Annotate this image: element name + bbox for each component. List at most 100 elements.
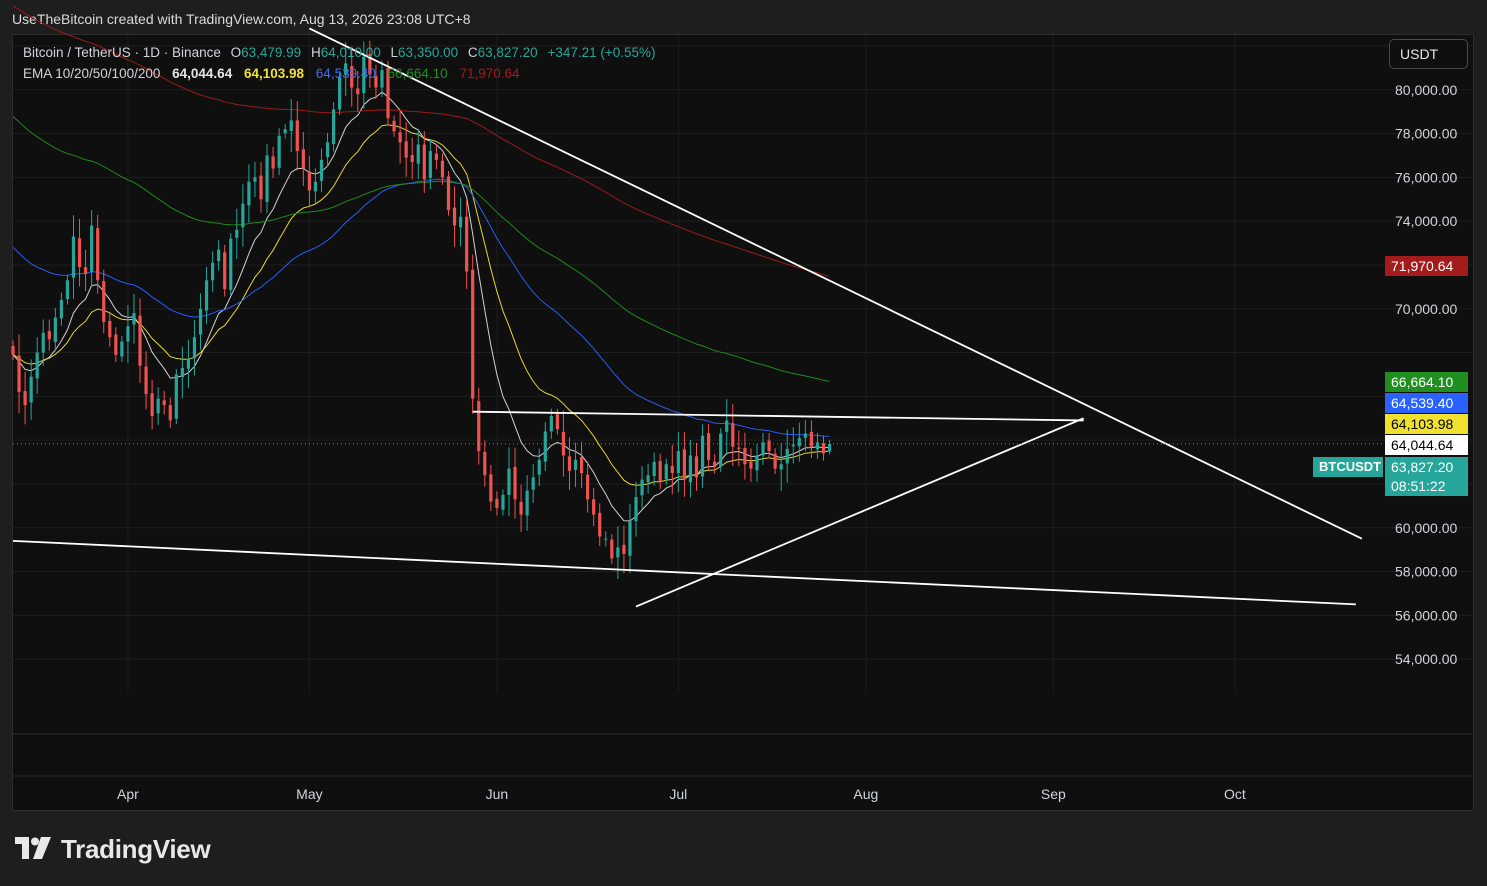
- change-value: +347.21 (+0.55%): [547, 45, 656, 60]
- candle-body: [77, 238, 82, 268]
- close-label: C: [467, 45, 478, 60]
- candle-body: [253, 177, 257, 182]
- open-value: 63,479.99: [241, 45, 302, 60]
- high-value: 64,010.00: [320, 45, 381, 60]
- candle-body: [168, 405, 172, 421]
- candle-body: [622, 544, 626, 555]
- candle-body: [313, 181, 318, 192]
- candle-body: [483, 451, 487, 476]
- candle-body: [737, 447, 741, 449]
- candle-body: [434, 153, 439, 160]
- ema50-value: 64,539.40: [315, 66, 376, 81]
- candle-body: [767, 440, 771, 452]
- grid-lines: [13, 35, 1473, 777]
- candle-body: [664, 464, 668, 480]
- tradingview-logo-text: TradingView: [61, 833, 211, 864]
- candle-body: [198, 308, 203, 335]
- tradingview-logo[interactable]: TradingView: [15, 833, 211, 864]
- candle-body: [446, 176, 451, 211]
- candle-body: [428, 151, 432, 178]
- candle-body: [186, 359, 191, 369]
- y-tick-label: 80,000.00: [1395, 82, 1457, 98]
- candle-body: [634, 497, 638, 522]
- candle-body: [598, 512, 602, 537]
- trendline: [12, 539, 1356, 606]
- trendline: [308, 27, 1363, 540]
- candle-body: [561, 431, 566, 456]
- candle-body: [392, 120, 396, 132]
- candle-body: [319, 159, 324, 181]
- candle-body: [235, 229, 239, 238]
- candle-body: [162, 400, 166, 406]
- candle-body: [295, 120, 299, 152]
- candle-body: [29, 376, 33, 403]
- candle-body: [204, 280, 209, 311]
- candlesticks: [11, 40, 832, 579]
- x-tick-label: Apr: [117, 786, 139, 802]
- currency-button[interactable]: USDT: [1389, 39, 1468, 69]
- candle-body: [259, 175, 263, 200]
- candle-body: [682, 449, 687, 480]
- candle-body: [640, 479, 644, 496]
- candle-body: [223, 252, 227, 290]
- candle-body: [35, 352, 39, 379]
- ema200-value: 71,970.64: [459, 66, 520, 81]
- y-tick-label: 78,000.00: [1395, 126, 1457, 142]
- price-chart[interactable]: Apr May Jun Jul Aug Sep Oct 54,000.00 56,000.00 5…: [0, 0, 1487, 886]
- candle-body: [537, 459, 541, 475]
- x-tick-label: Jun: [486, 786, 509, 802]
- candle-body: [531, 477, 535, 490]
- y-tick-label: 58,000.00: [1395, 564, 1457, 580]
- ema10-value: 64,044.64: [172, 66, 233, 81]
- symbol-label: Bitcoin / TetherUS · 1D · Binance: [23, 45, 221, 60]
- candle-body: [489, 474, 493, 502]
- candle-body: [156, 398, 160, 414]
- candle-body: [41, 332, 45, 353]
- low-label: L: [390, 45, 399, 60]
- ema20-value: 64,103.98: [243, 66, 305, 81]
- y-tick-label: 76,000.00: [1395, 169, 1457, 185]
- ema-line: [12, 178, 830, 437]
- symbol-tag: BTCUSDT: [1313, 456, 1383, 477]
- candle-body: [525, 490, 529, 516]
- candle-body: [440, 160, 445, 178]
- candle-body: [827, 443, 832, 452]
- candle-body: [138, 315, 142, 366]
- candle-body: [743, 448, 747, 465]
- close-value: 63,827.20: [477, 45, 538, 60]
- candle-body: [543, 431, 547, 462]
- candle-body: [694, 456, 699, 478]
- ema-label: EMA 10/20/50/100/200: [23, 66, 161, 81]
- price-tag: 64,539.40: [1385, 392, 1468, 413]
- candle-body: [11, 345, 15, 355]
- candle-body: [65, 280, 70, 300]
- candle-body: [144, 366, 148, 395]
- candle-body: [706, 433, 711, 460]
- candle-body: [501, 494, 505, 510]
- candle-body: [670, 465, 674, 473]
- candle-body: [59, 299, 63, 319]
- open-label: O: [230, 45, 242, 60]
- candle-body: [549, 416, 553, 432]
- candle-body: [192, 337, 197, 359]
- candle-body: [53, 317, 57, 343]
- candle-body: [797, 437, 801, 447]
- candle-body: [821, 443, 826, 454]
- ema-legend: EMA 10/20/50/100/200 64,044.64 64,103.98…: [23, 66, 522, 81]
- candle-body: [725, 420, 729, 432]
- candle-body: [96, 228, 100, 281]
- ema-line: [12, 124, 830, 486]
- candle-body: [277, 135, 281, 168]
- candle-body: [791, 444, 795, 447]
- price-tag: 66,664.10: [1385, 371, 1468, 392]
- candle-body: [398, 132, 402, 143]
- candle-body: [803, 433, 807, 438]
- candle-body: [713, 461, 717, 467]
- candle-body: [331, 109, 336, 145]
- candle-body: [579, 457, 584, 473]
- candle-body: [652, 462, 656, 477]
- candle-body: [471, 269, 475, 399]
- candle-body: [120, 341, 124, 357]
- price-tag: 63,827.20: [1385, 456, 1468, 477]
- candle-body: [265, 155, 269, 202]
